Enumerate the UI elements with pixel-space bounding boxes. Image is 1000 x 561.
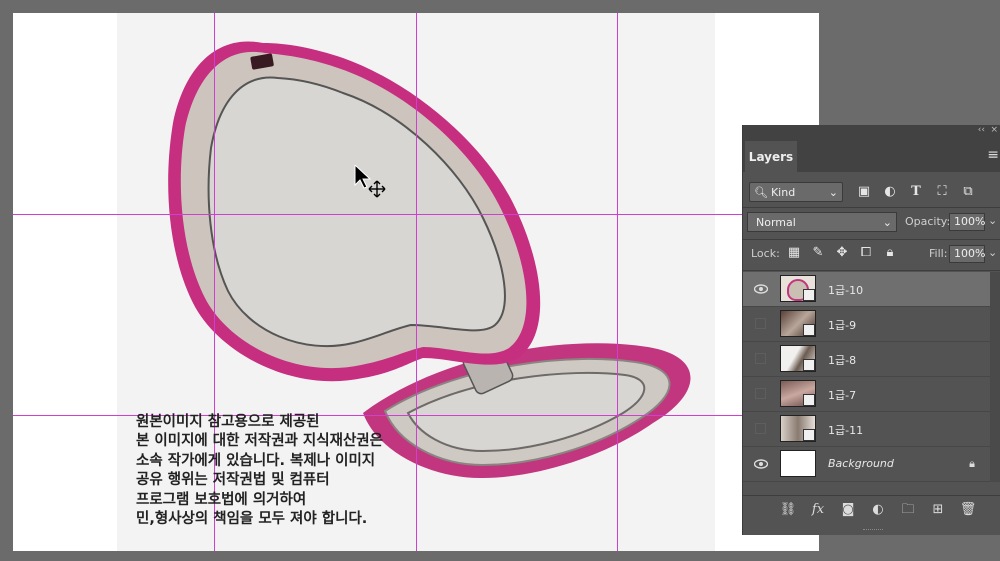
layer-thumbnail (780, 380, 816, 407)
layer-name[interactable]: 1급-7 (828, 387, 856, 403)
smart-object-badge-icon (803, 394, 815, 406)
filter-kind-label: Kind (770, 185, 796, 199)
filter-kind-select[interactable]: 🔍︎ Kind ⌄ (749, 182, 843, 202)
layers-list: 1급-10 1급-9 1급-8 1급-7 1급-11 Background 🔒︎ (743, 272, 990, 482)
visibility-toggle[interactable] (755, 353, 766, 364)
layer-thumbnail (780, 415, 816, 442)
delete-layer-trash-icon[interactable]: 🗑 (959, 501, 977, 519)
chevron-down-icon[interactable]: ⌄ (988, 214, 997, 227)
layers-footer: ⛓ fx ◙ ◐ 🗀 ⊞ 🗑 (743, 495, 1000, 524)
smart-object-badge-icon (803, 289, 815, 301)
chevron-down-icon: ⌄ (828, 185, 838, 199)
smart-object-badge-icon (803, 429, 815, 441)
new-group-folder-icon[interactable]: 🗀 (899, 501, 917, 519)
visibility-toggle[interactable] (755, 388, 766, 399)
layer-thumbnail (780, 450, 816, 477)
smart-object-badge-icon (803, 324, 815, 336)
layer-thumbnail (780, 275, 816, 302)
watermark-line: 프로그램 보호법에 의거하여 (136, 491, 307, 508)
new-adjustment-layer-icon[interactable]: ◐ (869, 501, 887, 519)
watermark-line: 본 이미지에 대한 저작권과 지식재산권은 (136, 433, 383, 450)
close-icon[interactable]: × (990, 125, 998, 135)
lock-all-icon[interactable]: 🔒︎ (882, 244, 898, 262)
panel-tabbar: Layers ≡ (743, 139, 1000, 172)
watermark-line: 공유 행위는 저작권법 및 컴퓨터 (136, 472, 330, 489)
lock-image-pixels-icon[interactable]: ✎ (810, 244, 826, 262)
guide-horizontal-2[interactable] (13, 415, 819, 416)
layer-row[interactable]: 1급-10 (743, 272, 990, 307)
lock-transparent-pixels-icon[interactable]: ▦ (786, 244, 802, 262)
layer-thumbnail (780, 310, 816, 337)
fill-label: Fill: (929, 247, 948, 260)
guide-vertical-3[interactable] (617, 13, 618, 551)
panel-menu-icon[interactable]: ≡ (987, 147, 999, 163)
blend-mode-value: Normal (756, 215, 796, 229)
lock-row: Lock: ▦ ✎ ✥ ⧠ 🔒︎ Fill: 100% ⌄ (743, 244, 1000, 266)
smart-object-filter-icon[interactable]: ⧉ (960, 184, 976, 200)
new-layer-icon[interactable]: ⊞ (929, 501, 947, 519)
eye-icon[interactable] (754, 283, 768, 295)
panel-resize-grip[interactable] (863, 529, 883, 533)
blend-mode-select[interactable]: Normal ⌄ (747, 212, 897, 232)
filter-row: 🔍︎ Kind ⌄ ▣ ◐ T ⛶ ⧉ (743, 182, 1000, 204)
lock-label: Lock: (751, 247, 780, 260)
opacity-input[interactable]: 100% (949, 213, 985, 231)
watermark-line: 소속 작가에게 있습니다. 복제나 이미지 (136, 452, 376, 469)
layer-name[interactable]: 1급-9 (828, 317, 856, 333)
fill-input[interactable]: 100% (949, 245, 985, 263)
layer-row[interactable]: 1급-11 (743, 412, 990, 447)
layer-row[interactable]: 1급-8 (743, 342, 990, 377)
layer-thumbnail (780, 345, 816, 372)
panel-header: ‹‹ × (743, 125, 1000, 139)
watermark-line: 민,형사상의 책임을 모두 져야 합니다. (136, 511, 368, 528)
link-layers-icon[interactable]: ⛓ (779, 501, 797, 519)
blend-row: Normal ⌄ Opacity: 100% ⌄ (743, 212, 1000, 234)
lock-position-icon[interactable]: ✥ (834, 244, 850, 262)
adjustment-layer-filter-icon[interactable]: ◐ (882, 184, 898, 200)
document-canvas[interactable]: 원본이미지 참고용으로 제공된 본 이미지에 대한 저작권과 지식재산권은 소속… (13, 13, 819, 551)
tab-layers[interactable]: Layers (745, 141, 797, 172)
chevron-down-icon: ⌄ (882, 215, 892, 229)
eye-icon[interactable] (754, 458, 768, 470)
collapse-icon[interactable]: ‹‹ (978, 125, 985, 135)
copyright-watermark: 원본이미지 참고용으로 제공된 본 이미지에 대한 저작권과 지식재산권은 소속… (136, 413, 383, 529)
lock-artboard-icon[interactable]: ⧠ (858, 244, 874, 262)
layers-scrollbar[interactable] (990, 272, 1000, 482)
layer-name[interactable]: 1급-10 (828, 282, 863, 298)
guide-horizontal-1[interactable] (13, 214, 819, 215)
layer-row[interactable]: 1급-7 (743, 377, 990, 412)
move-cursor-icon (354, 165, 386, 198)
add-mask-icon[interactable]: ◙ (839, 501, 857, 519)
visibility-toggle[interactable] (755, 318, 766, 329)
layer-name[interactable]: 1급-8 (828, 352, 856, 368)
smart-object-badge-icon (803, 359, 815, 371)
visibility-toggle[interactable] (755, 423, 766, 434)
lock-icon[interactable]: 🔒︎ (969, 457, 975, 471)
guide-vertical-2[interactable] (416, 13, 417, 551)
layer-row[interactable]: Background 🔒︎ (743, 447, 990, 482)
search-icon: 🔍︎ (754, 185, 768, 199)
shape-layer-filter-icon[interactable]: ⛶ (934, 184, 950, 200)
watermark-line: 원본이미지 참고용으로 제공된 (136, 414, 320, 430)
opacity-label: Opacity: (905, 215, 951, 228)
layer-name[interactable]: 1급-11 (828, 422, 863, 438)
layer-style-fx-icon[interactable]: fx (809, 501, 827, 519)
layer-name[interactable]: Background (828, 457, 894, 470)
layers-panel: ‹‹ × Layers ≡ 🔍︎ Kind ⌄ ▣ ◐ T ⛶ ⧉ Normal… (742, 125, 1000, 535)
chevron-down-icon[interactable]: ⌄ (988, 246, 997, 259)
pixel-layer-filter-icon[interactable]: ▣ (856, 184, 872, 200)
layer-row[interactable]: 1급-9 (743, 307, 990, 342)
type-layer-filter-icon[interactable]: T (908, 184, 924, 200)
